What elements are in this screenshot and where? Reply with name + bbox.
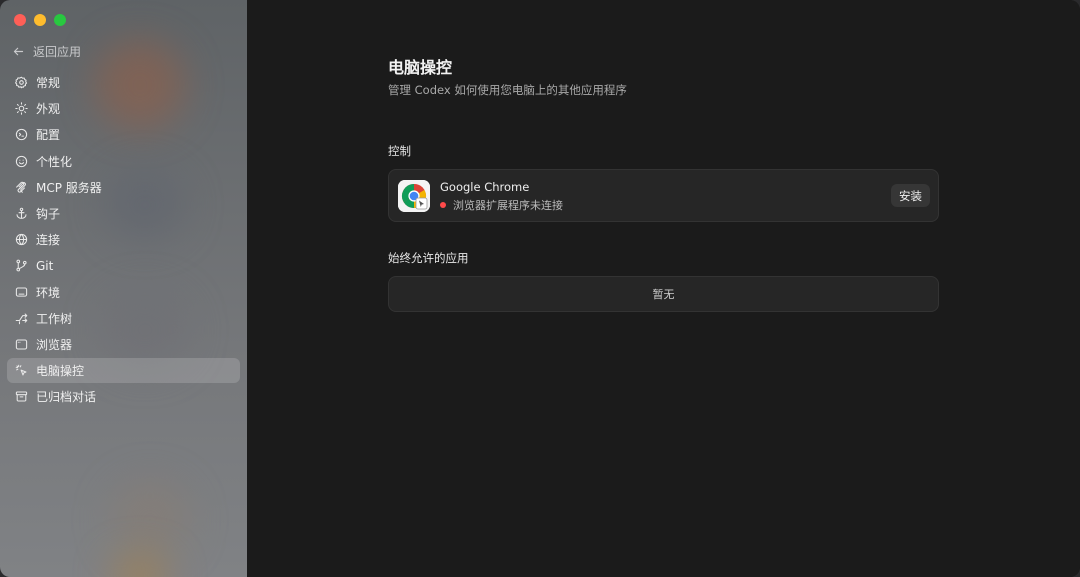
pointer-icon (14, 364, 28, 378)
monitor-icon (14, 285, 28, 299)
status-text: 浏览器扩展程序未连接 (453, 199, 563, 212)
mcp-icon (14, 180, 28, 194)
smile-icon (14, 154, 28, 168)
sidebar-item-browser[interactable]: 浏览器 (7, 332, 240, 357)
sidebar-item-label: 连接 (36, 233, 61, 248)
sidebar-item-label: 钩子 (36, 206, 61, 221)
globe-icon (14, 233, 28, 247)
background-blur (110, 480, 190, 560)
sidebar-item-general[interactable]: 常规 (7, 70, 240, 95)
sidebar-item-label: Git (36, 258, 54, 273)
sidebar-item-personalization[interactable]: 个性化 (7, 149, 240, 174)
sidebar: 返回应用 常规 外观 配置 个性化 MCP 服务器 钩子 连接 Git 环境 工… (0, 0, 247, 577)
app-name: Google Chrome (440, 180, 530, 194)
minimize-window-button[interactable] (34, 14, 46, 26)
settings-nav: 常规 外观 配置 个性化 MCP 服务器 钩子 连接 Git 环境 工作树 浏览… (7, 70, 240, 410)
terminal-icon (14, 128, 28, 142)
sidebar-item-worktrees[interactable]: 工作树 (7, 306, 240, 331)
sidebar-item-connections[interactable]: 连接 (7, 227, 240, 252)
allowed-apps-section-label: 始终允许的应用 (388, 251, 469, 265)
sidebar-item-computer-use[interactable]: 电脑操控 (7, 358, 240, 384)
chrome-icon (398, 180, 430, 212)
browser-icon (14, 337, 28, 351)
sidebar-item-environment[interactable]: 环境 (7, 280, 240, 305)
sidebar-item-label: 电脑操控 (36, 364, 85, 379)
sun-icon (14, 102, 28, 116)
sidebar-item-label: 个性化 (36, 154, 73, 169)
app-status: 浏览器扩展程序未连接 (440, 197, 563, 213)
arrow-left-icon (13, 47, 24, 55)
git-branch-icon (14, 259, 28, 273)
sidebar-item-label: 常规 (36, 76, 61, 90)
sidebar-item-label: 外观 (36, 102, 61, 117)
sidebar-item-config[interactable]: 配置 (7, 122, 240, 147)
sidebar-item-hooks[interactable]: 钩子 (7, 201, 240, 226)
app-window: 返回应用 常规 外观 配置 个性化 MCP 服务器 钩子 连接 Git 环境 工… (0, 0, 1080, 577)
archive-icon (14, 390, 28, 404)
sidebar-item-label: 工作树 (36, 311, 73, 326)
main-panel: 电脑操控 管理 Codex 如何使用您电脑上的其他应用程序 控制 Google … (247, 0, 1080, 577)
sidebar-item-label: 环境 (36, 285, 61, 300)
page-subtitle: 管理 Codex 如何使用您电脑上的其他应用程序 (388, 83, 627, 97)
close-window-button[interactable] (14, 14, 26, 26)
sidebar-item-label: 已归档对话 (36, 390, 97, 405)
sidebar-item-mcp-servers[interactable]: MCP 服务器 (7, 175, 240, 200)
worktree-icon (14, 311, 28, 325)
empty-state-text: 暂无 (652, 288, 675, 301)
control-section-label: 控制 (388, 144, 411, 158)
sidebar-item-archived-chats[interactable]: 已归档对话 (7, 384, 240, 409)
allowed-apps-card: 暂无 (388, 276, 939, 312)
sidebar-item-git[interactable]: Git (7, 253, 240, 278)
sidebar-item-label: MCP 服务器 (36, 180, 102, 195)
back-to-app-button[interactable]: 返回应用 (12, 41, 81, 61)
sidebar-item-label: 配置 (36, 128, 61, 143)
control-app-card: Google Chrome 浏览器扩展程序未连接 安装 (388, 169, 939, 222)
page-title: 电脑操控 (388, 58, 453, 77)
sidebar-item-label: 浏览器 (36, 337, 73, 352)
zoom-window-button[interactable] (54, 14, 66, 26)
back-label: 返回应用 (33, 44, 82, 59)
install-button[interactable]: 安装 (891, 184, 930, 207)
anchor-icon (14, 206, 28, 220)
window-controls (14, 14, 66, 26)
sidebar-item-appearance[interactable]: 外观 (7, 96, 240, 121)
status-dot-icon (440, 202, 446, 208)
gear-icon (14, 76, 28, 90)
